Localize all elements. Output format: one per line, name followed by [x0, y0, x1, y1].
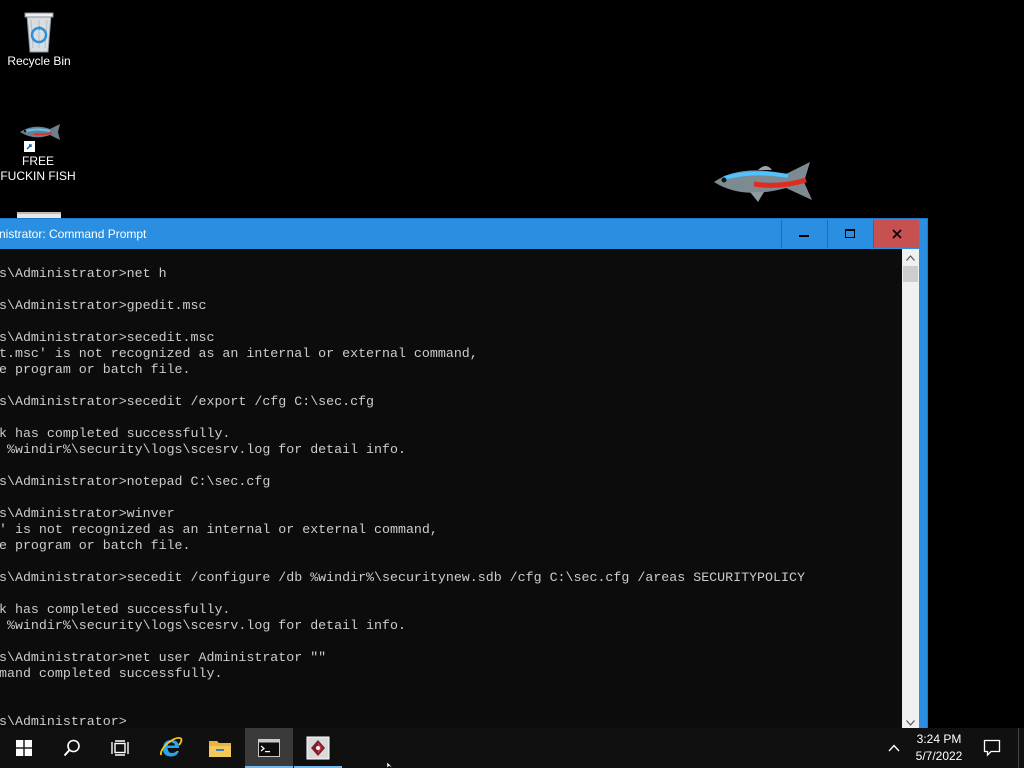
- notification-icon: [983, 739, 1001, 757]
- console-line: s\Administrator>winver: [0, 506, 175, 521]
- app-icon: [306, 736, 330, 760]
- internet-explorer-icon: [159, 736, 183, 757]
- taskbar-file-explorer[interactable]: [196, 728, 244, 768]
- command-prompt-icon: [258, 739, 280, 757]
- clock-date: 5/7/2022: [915, 749, 963, 763]
- action-center-button[interactable]: [976, 728, 1008, 768]
- command-prompt-window[interactable]: nistrator: Command Prompt s\Administrato…: [0, 218, 928, 731]
- console-line: s\Administrator>secedit /export /cfg C:\…: [0, 394, 375, 409]
- console-line: s\Administrator>gpedit.msc: [0, 298, 207, 313]
- console-line: s\Administrator>net user Administrator "…: [0, 650, 327, 665]
- title-bar[interactable]: nistrator: Command Prompt: [0, 219, 927, 249]
- chevron-down-icon: [906, 719, 915, 726]
- maximize-icon: [845, 229, 855, 238]
- start-icon: [16, 740, 32, 756]
- show-hidden-icons-button[interactable]: [882, 728, 906, 768]
- console-line: t.msc' is not recognized as an internal …: [0, 346, 478, 361]
- start-button[interactable]: [0, 728, 48, 768]
- close-button[interactable]: [873, 220, 919, 248]
- taskbar-app[interactable]: [294, 728, 342, 768]
- console-output[interactable]: s\Administrator>net h s\Administrator>gpe…: [0, 249, 902, 731]
- console-line: s\Administrator>secedit /configure /db %…: [0, 570, 805, 585]
- fish-screensaver-icon: [714, 162, 812, 202]
- maximize-button[interactable]: [827, 220, 872, 248]
- clock-time: 3:24 PM: [916, 732, 962, 746]
- console-line: s\Administrator>net h: [0, 266, 167, 281]
- console-lines: s\Administrator>net h s\Administrator>gpe…: [0, 266, 805, 730]
- shortcut-arrow-icon: [24, 141, 35, 152]
- taskbar-command-prompt[interactable]: [245, 728, 293, 768]
- clock[interactable]: 3:24 PM 5/7/2022: [908, 731, 970, 765]
- console-line: mand completed successfully.: [0, 666, 223, 681]
- taskbar-internet-explorer[interactable]: [147, 728, 195, 768]
- close-icon: [891, 229, 902, 239]
- chevron-up-icon: [906, 254, 915, 261]
- chevron-up-icon: [888, 744, 900, 752]
- file-explorer-icon: [209, 741, 231, 757]
- desktop-icon-recycle-bin[interactable]: Recycle Bin: [1, 8, 77, 69]
- console-line: s\Administrator>secedit.msc: [0, 330, 215, 345]
- minimize-icon: [799, 235, 809, 237]
- desktop-icon-fish[interactable]: FREE FUCKIN FISH: [0, 120, 76, 184]
- window-title: nistrator: Command Prompt: [0, 227, 147, 241]
- console-line: %windir%\security\logs\scesrv.log for de…: [0, 618, 406, 633]
- task-view-button[interactable]: [96, 728, 144, 768]
- task-view-icon: [111, 740, 129, 756]
- search-icon: [63, 739, 80, 757]
- console-line: s\Administrator>notepad C:\sec.cfg: [0, 474, 271, 489]
- search-button[interactable]: [48, 728, 96, 768]
- console-line: k has completed successfully.: [0, 602, 231, 617]
- console-line: e program or batch file.: [0, 538, 191, 553]
- window-frame-right: [919, 249, 927, 731]
- vertical-scrollbar[interactable]: [902, 249, 919, 731]
- show-desktop-button[interactable]: [1018, 728, 1024, 768]
- desktop: Recycle Bin FREE FUCKIN FISH nistrator: …: [0, 0, 1024, 768]
- scroll-up-button[interactable]: [902, 249, 919, 266]
- console-line: e program or batch file.: [0, 362, 191, 377]
- taskbar: 3:24 PM 5/7/2022: [0, 728, 1024, 768]
- minimize-button[interactable]: [781, 220, 826, 248]
- console-line: ' is not recognized as an internal or ex…: [0, 522, 438, 537]
- desktop-icon-label: Recycle Bin: [7, 54, 71, 68]
- console-line: k has completed successfully.: [0, 426, 231, 441]
- scrollbar-thumb[interactable]: [903, 266, 918, 282]
- console-line: %windir%\security\logs\scesrv.log for de…: [0, 442, 406, 457]
- recycle-bin-icon: [24, 12, 54, 53]
- mouse-cursor-icon: [387, 762, 394, 768]
- desktop-icon-label: FREE FUCKIN FISH: [0, 154, 76, 183]
